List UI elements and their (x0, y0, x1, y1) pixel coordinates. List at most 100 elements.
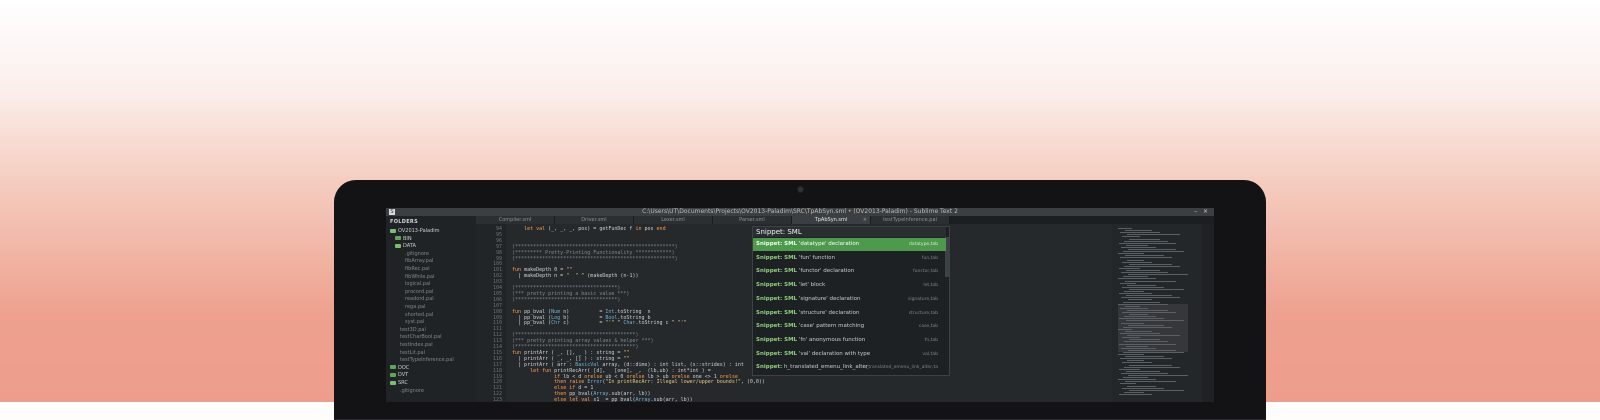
palette-item-label: 'datatype' declaration (797, 241, 860, 247)
tab-label: Driver.sml (581, 217, 607, 223)
minimap-line (1118, 253, 1144, 255)
minimap-line (1122, 362, 1152, 364)
minimap-line (1127, 360, 1144, 362)
minimap-line (1126, 270, 1160, 271)
palette-item[interactable]: Snippet: h_translated_emenu_link_alter h_… (753, 361, 946, 374)
sidebar-folder-item[interactable]: DOC (390, 365, 409, 372)
minimap[interactable] (1112, 224, 1202, 402)
palette-item[interactable]: Snippet: SML 'val' declaration with type… (753, 348, 946, 361)
folder-icon (390, 365, 396, 370)
sidebar-file-item[interactable]: .gitignore (400, 388, 424, 395)
sidebar-file-item[interactable]: procord.pal (405, 289, 433, 296)
close-icon[interactable]: × (863, 216, 867, 224)
tab-bar: Compiler.sml Driver.sml Lexer.sml Parser.sm… (476, 216, 1214, 224)
sidebar-folder-item[interactable]: BIN (395, 236, 412, 243)
sidebar-item-label: fibRec.pal (405, 266, 430, 272)
tab-compiler-sml[interactable]: Compiler.sml (476, 216, 555, 224)
sidebar-item-label: syst.pal (405, 319, 425, 326)
sidebar-file-item[interactable]: .gitignore (405, 251, 429, 258)
sidebar-file-item[interactable]: fibWhile.pal (405, 274, 435, 281)
palette-item[interactable]: Snippet: SML 'structure' declaration stru… (753, 307, 946, 320)
palette-item-trigger: fun,tab (921, 255, 938, 261)
minimap-line (1129, 339, 1160, 341)
vertical-scrollbar[interactable] (1202, 224, 1214, 402)
minimap-line (1129, 389, 1184, 391)
palette-item-label: 'let' block (797, 282, 826, 289)
sidebar-file-item[interactable]: rega.pal (405, 304, 425, 311)
sidebar-item-label: testTypeInference.pal (400, 357, 454, 364)
minimap-line (1121, 246, 1156, 248)
palette-item[interactable]: Snippet: SML 'fun' function fun,tab (753, 252, 946, 265)
palette-item[interactable]: Snippet: SML 'functor' declaration functo… (753, 265, 946, 278)
app-icon: S (389, 209, 395, 215)
minimap-line (1126, 295, 1172, 297)
sidebar-file-item[interactable]: test3D.pal (400, 327, 426, 334)
sidebar-file-item[interactable]: testIndex.pal (400, 342, 433, 349)
command-palette: Snippet: SML Snippet: SML 'datatype' dec… (752, 226, 950, 376)
tab-tpabsyn-sml[interactable]: TpAbSyn.sml × (792, 216, 871, 224)
sidebar-file-item[interactable]: shorted.pal (405, 312, 433, 319)
minimap-line (1122, 261, 1152, 263)
tab-driver-sml[interactable]: Driver.sml (555, 216, 634, 224)
minimap-line (1124, 391, 1144, 393)
minimap-line (1125, 356, 1164, 358)
folder-sidebar: FOLDERS OV2013-Paladim BIN DATA .gitignore f… (386, 216, 476, 402)
minimap-line (1119, 318, 1164, 320)
sidebar-item-label: BIN (403, 235, 412, 242)
sidebar-folder-item[interactable]: SRC (390, 380, 408, 387)
tab-lexer-sml[interactable]: Lexer.sml (634, 216, 713, 224)
minimap-line (1118, 354, 1144, 355)
palette-item-label: 'structure' declaration (797, 309, 860, 316)
minimap-line (1126, 244, 1148, 246)
sidebar-file-item[interactable]: testTypeInference.pal (400, 357, 454, 364)
palette-item-label: 'fn' anonymous function (797, 336, 866, 343)
sidebar-item-label: fibArray.pal (405, 258, 434, 265)
minimap-line (1121, 347, 1156, 349)
sidebar-folder-item[interactable]: OV2013-Paladim (390, 228, 440, 235)
folder-icon (395, 236, 401, 241)
sidebar-file-item[interactable]: fibRec.pal (405, 266, 430, 273)
sidebar-header: FOLDERS (390, 219, 418, 225)
minimap-line (1129, 364, 1172, 366)
sidebar-folder-item[interactable]: DATA (395, 243, 416, 250)
palette-item[interactable]: Snippet: SML 'datatype' declaration datat… (753, 238, 946, 251)
palette-item[interactable]: Snippet: SML 'signature' declaration sign… (753, 293, 946, 306)
sidebar-item-label: shorted.pal (405, 311, 434, 318)
minimap-line (1128, 324, 1164, 326)
sidebar-file-item[interactable]: testCharBool.pal (400, 334, 442, 341)
palette-item-prefix: Snippet: SML (756, 336, 798, 343)
palette-item[interactable]: Snippet: SML 'case' pattern matching case… (753, 320, 946, 333)
sidebar-folder-item[interactable]: DVT (390, 372, 408, 379)
sidebar-file-item[interactable]: syst.pal (405, 319, 424, 326)
palette-item-trigger: functor,tab (913, 269, 938, 275)
minimap-line (1123, 326, 1172, 328)
palette-item[interactable]: Snippet: SML 'fn' anonymous function fn,t… (753, 334, 946, 347)
folder-icon (395, 243, 401, 248)
sidebar-item-label: procord.pal (405, 288, 434, 295)
minimap-line (1125, 280, 1176, 282)
tab-parser-sml[interactable]: Parser.sml (713, 216, 792, 224)
sidebar-item-label: SRC (398, 380, 408, 386)
title-bar: S C:\Users\UT\Documents\Projects\OV2013-… (386, 208, 1214, 216)
sidebar-item-label: .gitignore (405, 250, 429, 257)
sidebar-file-item[interactable]: readord.pal (405, 296, 434, 303)
tab-testtypeinference-pal[interactable]: testTypeInference.pal (871, 216, 950, 224)
minimap-line (1119, 293, 1152, 295)
minimap-line (1125, 255, 1164, 257)
code-line[interactable]: else let val s1 = pp_bval(Array.sub(arr,… (506, 397, 1106, 402)
sidebar-file-item[interactable]: testLit.pal (400, 350, 425, 357)
palette-item-label: 'signature' declaration (797, 295, 861, 302)
folder-icon (390, 228, 396, 233)
window-controls[interactable]: – × (1194, 208, 1210, 216)
minimap-line (1121, 272, 1168, 274)
tab-label: Compiler.sml (498, 217, 532, 223)
minimap-line (1121, 322, 1144, 324)
minimap-line (1118, 228, 1132, 229)
sidebar-file-item[interactable]: logical.pal (405, 281, 430, 288)
palette-input[interactable]: Snippet: SML (753, 227, 946, 237)
palette-item[interactable]: Snippet: SML 'let' block let,tab (753, 279, 946, 292)
minimap-line (1118, 379, 1156, 381)
minimap-line (1123, 301, 1160, 303)
minimap-line (1122, 337, 1140, 339)
sidebar-file-item[interactable]: fibArray.pal (405, 258, 433, 265)
